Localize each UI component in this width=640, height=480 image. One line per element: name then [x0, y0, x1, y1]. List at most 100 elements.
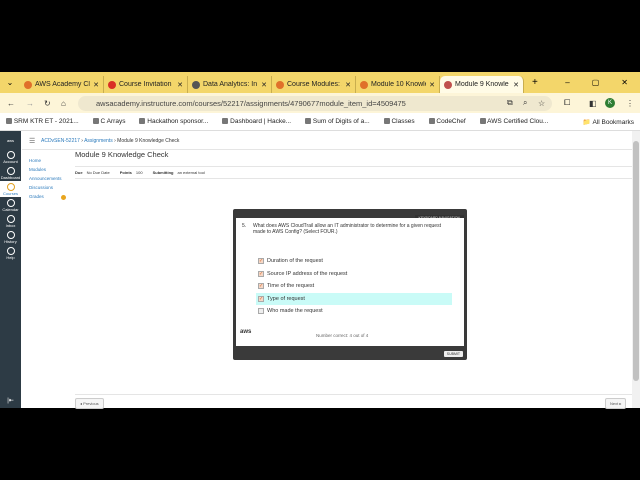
- bookmark-favicon-icon: [139, 118, 146, 125]
- answer-label: Time of the request: [267, 283, 315, 289]
- course-nav-grades[interactable]: Grades: [29, 194, 44, 199]
- tab-close-icon[interactable]: ✕: [513, 81, 519, 89]
- bookmark-star-icon[interactable]: ☆: [538, 99, 545, 108]
- tab-label: Module 9 Knowle: [455, 81, 509, 88]
- tab-favicon-icon: [24, 80, 32, 89]
- grades-badge: [61, 195, 66, 200]
- forward-icon[interactable]: →: [26, 99, 34, 108]
- answer-option[interactable]: Who made the request: [256, 305, 452, 317]
- answer-checkbox[interactable]: ✓: [258, 283, 264, 289]
- courses-icon: [6, 183, 15, 191]
- dashboard-icon: [6, 167, 15, 175]
- reload-icon[interactable]: ↻: [44, 99, 51, 108]
- bookmark-favicon-icon: [222, 118, 229, 125]
- zoom-icon[interactable]: ⌕: [523, 98, 527, 108]
- answer-option[interactable]: ✓ Time of the request: [256, 280, 452, 292]
- answer-checkbox[interactable]: ✓: [258, 295, 264, 302]
- points-label: Points: [119, 170, 132, 175]
- hamburger-icon[interactable]: ☰: [29, 137, 35, 145]
- calendar-icon: [6, 199, 15, 207]
- all-bookmarks-label: All Bookmarks: [592, 118, 634, 126]
- home-icon[interactable]: ⌂: [61, 99, 66, 108]
- global-nav-courses[interactable]: Courses: [0, 181, 21, 197]
- bookmark[interactable]: C Arrays: [92, 118, 125, 125]
- answer-checkbox[interactable]: ✓: [258, 258, 264, 264]
- sidepanel-icon[interactable]: ◧: [589, 99, 597, 108]
- breadcrumb-assignments[interactable]: Assignments: [84, 138, 113, 144]
- tab[interactable]: Course Invitation ✕: [104, 76, 188, 93]
- profile-avatar[interactable]: K: [605, 98, 615, 108]
- tab-close-icon[interactable]: ✕: [429, 81, 435, 89]
- answer-checkbox[interactable]: ✓: [258, 270, 264, 277]
- tab-close-icon[interactable]: ✕: [93, 81, 99, 89]
- bookmark[interactable]: CodeChef: [428, 118, 466, 125]
- global-nav-inbox[interactable]: Inbox: [0, 213, 21, 229]
- tab-close-icon[interactable]: ✕: [345, 81, 351, 89]
- question-text: What does AWS CloudTrail allow an IT adm…: [253, 223, 441, 235]
- assignment-meta: Due No Due Date Points 100 Submitting an ex…: [75, 170, 205, 175]
- tab[interactable]: Course Modules: / ✕: [272, 76, 356, 93]
- global-nav-calendar[interactable]: Calendar: [0, 197, 21, 213]
- global-nav-account[interactable]: Account: [0, 149, 21, 165]
- aws-logo[interactable]: aws: [0, 131, 21, 149]
- course-nav-discussions[interactable]: Discussions: [29, 185, 53, 190]
- bookmark[interactable]: SRM KTR ET - 2021...: [6, 118, 79, 125]
- bookmark-favicon-icon: [479, 118, 486, 125]
- global-nav-help[interactable]: Help: [0, 245, 21, 261]
- tab-close-icon[interactable]: ✕: [261, 81, 267, 89]
- address-bar[interactable]: awsacademy.instructure.com/courses/52217…: [78, 96, 552, 111]
- previous-button[interactable]: ◂ Previous: [75, 398, 104, 409]
- submit-button[interactable]: SUBMIT: [443, 351, 463, 357]
- tab[interactable]: Module 10 Knowle ✕: [356, 76, 440, 93]
- inbox-icon: [6, 215, 15, 223]
- answer-checkbox[interactable]: [258, 308, 264, 314]
- tab-label: Data Analytics: In: [203, 81, 258, 88]
- breadcrumb: ACDvSEN-52217 › Assignments › Module 9 K…: [41, 138, 180, 144]
- tab-favicon-icon: [360, 80, 368, 89]
- tab[interactable]: Module 9 Knowle ✕: [440, 76, 524, 93]
- breadcrumb-course[interactable]: ACDvSEN-52217: [41, 138, 80, 144]
- bookmark-label: Sum of Digits of a...: [312, 118, 370, 125]
- global-nav-label: Inbox: [5, 223, 16, 228]
- bookmark[interactable]: Sum of Digits of a...: [305, 118, 370, 125]
- tab-close-icon[interactable]: ✕: [177, 81, 183, 89]
- bookmark-label: SRM KTR ET - 2021...: [13, 118, 79, 125]
- back-icon[interactable]: ←: [7, 99, 15, 108]
- bookmark[interactable]: AWS Certified Clou...: [479, 118, 548, 125]
- tab[interactable]: Data Analytics: In ✕: [188, 76, 272, 93]
- bookmark-favicon-icon: [6, 118, 12, 125]
- answer-option[interactable]: ✓ Duration of the request: [256, 255, 452, 267]
- extensions-icon[interactable]: ⧠: [564, 98, 570, 108]
- minimize-icon[interactable]: –: [565, 78, 569, 87]
- new-tab-button[interactable]: +: [532, 77, 538, 88]
- global-nav-history[interactable]: History: [0, 229, 21, 245]
- tab-search-icon[interactable]: ⌄: [0, 78, 20, 87]
- tab-favicon-icon: [276, 80, 284, 89]
- tab[interactable]: AWS Academy Cl ✕: [20, 76, 104, 93]
- breadcrumb-current: Module 9 Knowledge Check: [117, 138, 180, 144]
- bookmark-favicon-icon: [92, 118, 99, 125]
- all-bookmarks[interactable]: 📁 All Bookmarks: [583, 118, 640, 126]
- course-nav-home[interactable]: Home: [29, 158, 41, 163]
- bookmark[interactable]: Hackathon sponsor...: [139, 118, 208, 125]
- global-nav-dashboard[interactable]: Dashboard: [0, 165, 21, 181]
- bookmarks-bar: SRM KTR ET - 2021... C Arrays Hackathon …: [0, 113, 640, 131]
- collapse-nav-icon[interactable]: |⇤: [0, 397, 21, 404]
- course-nav-modules[interactable]: Modules: [29, 167, 46, 172]
- browser-toolbar: ← → ↻ ⌂ awsacademy.instructure.com/cours…: [0, 93, 640, 113]
- scrollbar-thumb[interactable]: [633, 141, 639, 381]
- answer-option[interactable]: ✓ Type of request: [256, 292, 452, 305]
- install-icon[interactable]: ⧉: [507, 98, 513, 108]
- points-value: 100: [135, 170, 143, 175]
- course-nav-announcements[interactable]: Announcements: [29, 176, 62, 181]
- maximize-icon[interactable]: ▢: [592, 78, 600, 87]
- bookmark-label: Classes: [391, 118, 415, 125]
- bookmark-label: CodeChef: [436, 118, 466, 125]
- bookmark[interactable]: Classes: [383, 118, 415, 125]
- scrollbar[interactable]: [632, 131, 640, 408]
- next-button[interactable]: Next ▸: [605, 398, 627, 409]
- close-window-icon[interactable]: ✕: [621, 78, 628, 87]
- answer-option[interactable]: ✓ Source IP address of the request: [256, 268, 452, 280]
- bookmark[interactable]: Dashboard | Hacke...: [222, 118, 291, 125]
- menu-icon[interactable]: ⋮: [626, 99, 634, 108]
